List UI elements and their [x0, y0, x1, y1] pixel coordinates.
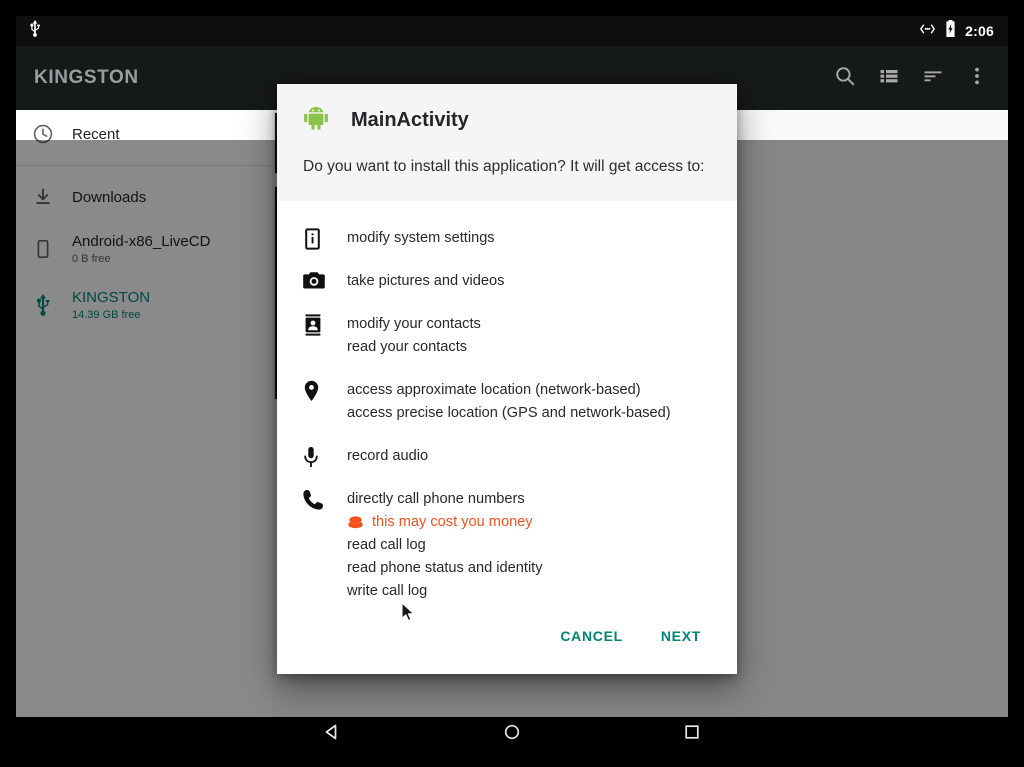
permission-line: write call log — [347, 583, 428, 599]
search-icon[interactable] — [834, 65, 856, 92]
battery-charging-icon — [945, 20, 956, 42]
sidebar-item-text: KINGSTON 14.39 GB free — [72, 288, 150, 323]
back-triangle-icon — [322, 722, 342, 747]
dialog-title-row: MainActivity — [303, 106, 711, 135]
sort-icon[interactable] — [922, 65, 944, 92]
permission-group: modify system settings — [303, 227, 711, 250]
sidebar-item-label: Android-x86_LiveCD — [72, 232, 211, 250]
location-pin-icon — [303, 379, 347, 402]
permission-line: read your contacts — [347, 339, 468, 355]
permission-line: record audio — [347, 448, 429, 464]
permission-line: modify your contacts — [347, 316, 481, 332]
android-robot-icon — [303, 106, 329, 135]
permission-warning-text: this may cost you money — [372, 514, 533, 530]
navigation-drawer: Recent Downloads Android-x86_LiveCD 0 B … — [16, 110, 272, 717]
permission-lines: access approximate location (network-bas… — [347, 379, 711, 425]
overflow-menu-icon[interactable] — [966, 65, 988, 92]
status-bar-right-icons: 2:06 — [919, 20, 994, 42]
system-settings-icon — [303, 227, 347, 250]
permissions-list: modify system settings take pictures and… — [277, 201, 737, 614]
list-view-icon[interactable] — [878, 65, 900, 92]
home-button[interactable] — [422, 722, 602, 747]
install-permissions-dialog: MainActivity Do you want to install this… — [277, 84, 737, 674]
permission-line: read call log — [347, 537, 426, 553]
usb-icon — [28, 20, 42, 42]
next-button[interactable]: NEXT — [647, 618, 715, 654]
ethernet-icon — [919, 22, 936, 40]
download-icon — [32, 186, 72, 208]
permission-group: modify your contacts read your contacts — [303, 313, 711, 359]
permission-line: directly call phone numbers — [347, 491, 525, 507]
permission-warning-line: this may cost you money — [347, 511, 711, 534]
sidebar-item-android-x86-livecd[interactable]: Android-x86_LiveCD 0 B free — [16, 221, 272, 277]
sidebar-item-label: Downloads — [72, 188, 147, 206]
status-bar: 2:06 — [16, 16, 1008, 46]
permission-group: access approximate location (network-bas… — [303, 379, 711, 425]
sidebar-item-downloads[interactable]: Downloads — [16, 173, 272, 221]
status-bar-left-icons — [28, 20, 42, 42]
dialog-title: MainActivity — [351, 109, 469, 131]
sidebar-item-sublabel: 0 B free — [72, 252, 111, 265]
clock-icon — [32, 123, 72, 145]
sidebar-item-recent[interactable]: Recent — [16, 110, 272, 158]
permission-line: take pictures and videos — [347, 273, 505, 289]
permission-group: record audio — [303, 445, 711, 468]
screen-root: 2:06 KINGSTON Recent Downloads Android-x… — [0, 0, 1024, 767]
permission-lines: modify system settings — [347, 227, 711, 250]
permission-lines: modify your contacts read your contacts — [347, 313, 711, 359]
navigation-bar — [16, 717, 1008, 751]
microphone-icon — [303, 445, 347, 468]
usb-icon — [32, 294, 72, 316]
recents-button[interactable] — [602, 722, 782, 747]
cancel-button[interactable]: CANCEL — [546, 618, 637, 654]
coins-icon — [347, 515, 364, 530]
app-bar-actions — [834, 65, 996, 92]
dialog-actions: CANCEL NEXT — [277, 614, 737, 674]
sidebar-item-label: KINGSTON — [72, 288, 151, 306]
sidebar-item-text: Recent — [72, 125, 120, 144]
permission-lines: take pictures and videos — [347, 270, 711, 293]
app-bar-title: KINGSTON — [34, 67, 139, 88]
phone-icon — [32, 238, 72, 260]
permission-group: directly call phone numbers this may cos… — [303, 488, 711, 603]
permission-line: read phone status and identity — [347, 560, 543, 576]
contacts-icon — [303, 313, 347, 336]
android-device-screen: 2:06 KINGSTON Recent Downloads Android-x… — [16, 16, 1008, 751]
status-bar-clock: 2:06 — [965, 23, 994, 39]
drawer-divider — [16, 165, 272, 166]
dialog-header: MainActivity Do you want to install this… — [277, 84, 737, 201]
permission-group: take pictures and videos — [303, 270, 711, 293]
sidebar-item-sublabel: 14.39 GB free — [72, 308, 141, 321]
permission-lines: directly call phone numbers this may cos… — [347, 488, 711, 603]
back-button[interactable] — [242, 722, 422, 747]
sidebar-item-text: Downloads — [72, 188, 146, 207]
permission-lines: record audio — [347, 445, 711, 468]
home-circle-icon — [502, 722, 522, 747]
recents-square-icon — [682, 722, 702, 747]
permission-line: access precise location (GPS and network… — [347, 405, 671, 421]
phone-call-icon — [303, 488, 347, 510]
permission-line: modify system settings — [347, 230, 495, 246]
permission-line: access approximate location (network-bas… — [347, 382, 641, 398]
sidebar-item-text: Android-x86_LiveCD 0 B free — [72, 232, 210, 267]
sidebar-item-kingston[interactable]: KINGSTON 14.39 GB free — [16, 277, 272, 333]
dialog-message: Do you want to install this application?… — [303, 158, 705, 175]
camera-icon — [303, 270, 347, 290]
sidebar-item-label: Recent — [72, 125, 120, 143]
